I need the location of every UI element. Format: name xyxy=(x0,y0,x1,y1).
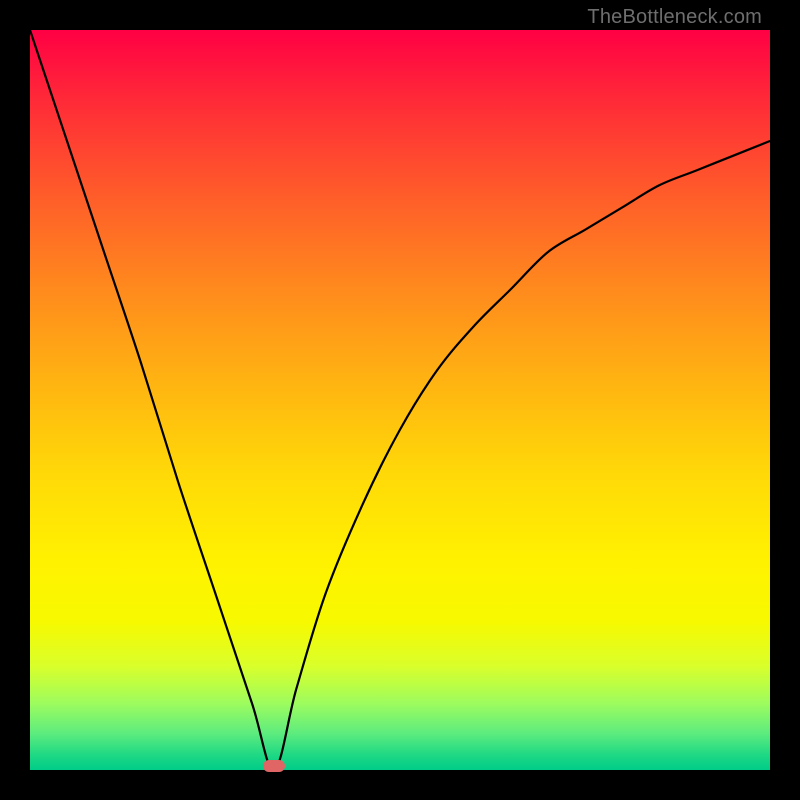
optimal-point-marker xyxy=(263,760,285,772)
bottleneck-curve xyxy=(30,30,770,770)
watermark-text: TheBottleneck.com xyxy=(587,6,762,29)
